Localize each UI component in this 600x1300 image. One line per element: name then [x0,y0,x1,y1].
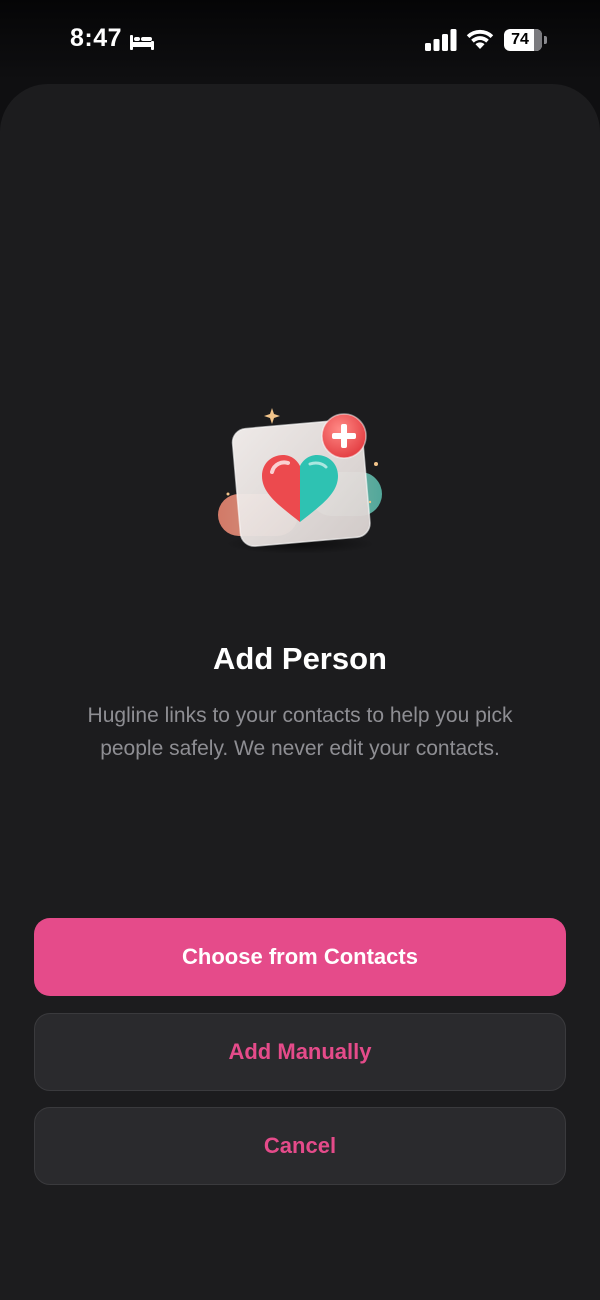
status-time: 8:47 [70,24,123,52]
status-bar: 8:47 74 [0,0,600,84]
add-person-sheet: Add Person Hugline links to your contact… [0,84,600,1300]
cancel-button[interactable]: Cancel [34,1107,566,1185]
sheet-title: Add Person [213,641,387,676]
wifi-icon [466,29,494,49]
battery-tip [544,36,547,44]
bed-icon [130,35,154,50]
battery-icon: 74 [504,29,548,51]
heart-contact-card-add-icon [218,408,382,554]
battery-body: 74 [504,29,542,51]
battery-level: 74 [511,31,529,48]
add-person-screen: 8:47 74 Add Person Hugline links to your… [0,0,600,1300]
choose-from-contacts-button[interactable]: Choose from Contacts [34,918,566,996]
sheet-description: Hugline links to your contacts to help y… [87,704,513,760]
add-manually-button[interactable]: Add Manually [34,1013,566,1091]
cellular-signal-icon [425,29,457,51]
